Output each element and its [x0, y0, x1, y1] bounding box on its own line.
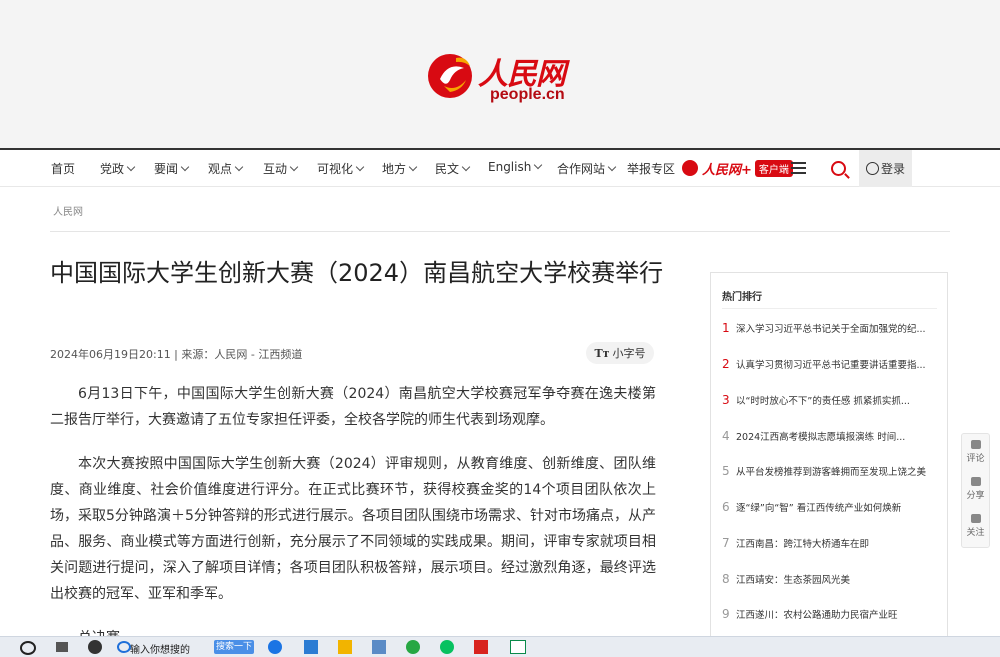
- rank-item[interactable]: 9 江西遂川：农村公路通助力民宿产业旺: [722, 607, 937, 621]
- article-title: 中国国际大学生创新大赛（2024）南昌航空大学校赛举行: [50, 259, 664, 287]
- chevron-down-icon: [234, 162, 244, 172]
- nav-item-interact[interactable]: 互动: [263, 160, 299, 177]
- chevron-down-icon: [461, 162, 471, 172]
- chevron-down-icon: [355, 162, 365, 172]
- taskbar-search-button[interactable]: 搜索一下: [214, 640, 254, 654]
- rank-item[interactable]: 6 逐“绿”向“智” 看江西传统产业如何焕新: [722, 500, 937, 514]
- rank-item[interactable]: 3 以“时时放心不下”的责任感 抓紧抓实抓...: [722, 393, 937, 407]
- site-header: 人民网 people.cn: [0, 0, 1000, 148]
- wps-icon[interactable]: [474, 640, 488, 654]
- app-icon[interactable]: [372, 640, 386, 654]
- main-nav: 首页 党政 要闻 观点 互动 可视化 地方 民文 English 合作网站 举报…: [0, 148, 1000, 187]
- nav-item-party[interactable]: 党政: [100, 160, 136, 177]
- nav-item-english[interactable]: English: [488, 160, 543, 174]
- rank-item[interactable]: 5 从平台发榜推荐到游客蜂拥而至发现上饶之美: [722, 464, 937, 478]
- browser-icon[interactable]: [117, 641, 131, 653]
- login-button[interactable]: 登录: [859, 150, 912, 187]
- nav-item-ethnic[interactable]: 民文: [435, 160, 471, 177]
- login-label: 登录: [880, 162, 905, 176]
- nav-item-home[interactable]: 首页: [51, 160, 75, 177]
- app-logo-icon: [682, 160, 698, 176]
- wechat-icon[interactable]: [440, 640, 454, 654]
- panel-title: 热门排行: [722, 292, 762, 303]
- divider: [50, 231, 950, 232]
- nav-item-news[interactable]: 要闻: [154, 160, 190, 177]
- floating-toolbar: 评论 分享 关注: [961, 433, 990, 548]
- app-name: 人民网+: [702, 162, 752, 178]
- share-icon: [970, 477, 981, 486]
- nav-item-visual[interactable]: 可视化: [317, 160, 365, 177]
- app-link[interactable]: 人民网+ 客户端: [682, 159, 793, 178]
- comment-icon: [970, 440, 981, 449]
- app-tag: 客户端: [754, 159, 793, 177]
- article-meta: 2024年06月19日20:11 | 来源：人民网 - 江西频道: [50, 348, 303, 361]
- follow-button[interactable]: 关注: [962, 514, 989, 538]
- rank-item[interactable]: 8 江西靖安：生态茶园风光美: [722, 572, 937, 586]
- nav-item-opinion[interactable]: 观点: [208, 160, 244, 177]
- nav-item-report[interactable]: 举报专区: [627, 160, 675, 177]
- task-view-icon[interactable]: [56, 642, 68, 652]
- comment-button[interactable]: 评论: [962, 440, 989, 464]
- hot-ranking-panel: 热门排行 1 深入学习习近平总书记关于全面加强党的纪... 2 认真学习贯彻习近平总…: [710, 272, 948, 656]
- share-button[interactable]: 分享: [962, 477, 989, 501]
- article-paragraph: 6月13日下午，中国国际大学生创新大赛（2024）南昌航空大学校赛冠军争夺赛在逸…: [50, 386, 656, 428]
- follow-icon: [970, 514, 981, 523]
- app-icon[interactable]: [510, 640, 526, 654]
- user-icon: [865, 162, 879, 175]
- nav-item-local[interactable]: 地方: [382, 160, 418, 177]
- font-size-toggle[interactable]: Tт 小字号: [586, 342, 654, 364]
- chevron-down-icon: [289, 162, 299, 172]
- app-icon[interactable]: [304, 640, 318, 654]
- breadcrumb[interactable]: 人民网: [53, 203, 83, 218]
- logo-domain[interactable]: people.cn: [490, 86, 565, 104]
- rank-item[interactable]: 1 深入学习习近平总书记关于全面加强党的纪...: [722, 321, 937, 335]
- folder-icon[interactable]: [338, 640, 352, 654]
- rank-item[interactable]: 2 认真学习贯彻习近平总书记重要讲话重要指...: [722, 357, 937, 371]
- chevron-down-icon: [607, 162, 617, 172]
- chevron-down-icon: [408, 162, 418, 172]
- app-icon[interactable]: [406, 640, 420, 654]
- start-icon[interactable]: [20, 641, 36, 655]
- edge-icon[interactable]: [268, 640, 282, 654]
- chevron-down-icon: [180, 162, 190, 172]
- divider: [722, 308, 937, 309]
- nav-item-partners[interactable]: 合作网站: [557, 160, 617, 177]
- chevron-down-icon: [534, 160, 543, 170]
- search-icon[interactable]: [831, 161, 846, 176]
- app-icon[interactable]: [88, 640, 102, 654]
- rank-item[interactable]: 7 江西南昌：跨江特大桥通车在即: [722, 536, 937, 550]
- taskbar-search-input[interactable]: 输入你想搜的: [130, 641, 190, 656]
- article-paragraph: 本次大赛按照中国国际大学生创新大赛（2024）评审规则，从教育维度、创新维度、团…: [50, 456, 656, 602]
- chevron-down-icon: [126, 162, 136, 172]
- font-size-label: 小字号: [612, 347, 646, 360]
- os-taskbar: 输入你想搜的 搜索一下: [0, 636, 1000, 657]
- hamburger-menu-icon[interactable]: [791, 162, 806, 174]
- rank-item[interactable]: 4 2024江西高考模拟志愿填报演练 时间...: [722, 429, 937, 443]
- font-size-icon: Tт: [594, 346, 610, 360]
